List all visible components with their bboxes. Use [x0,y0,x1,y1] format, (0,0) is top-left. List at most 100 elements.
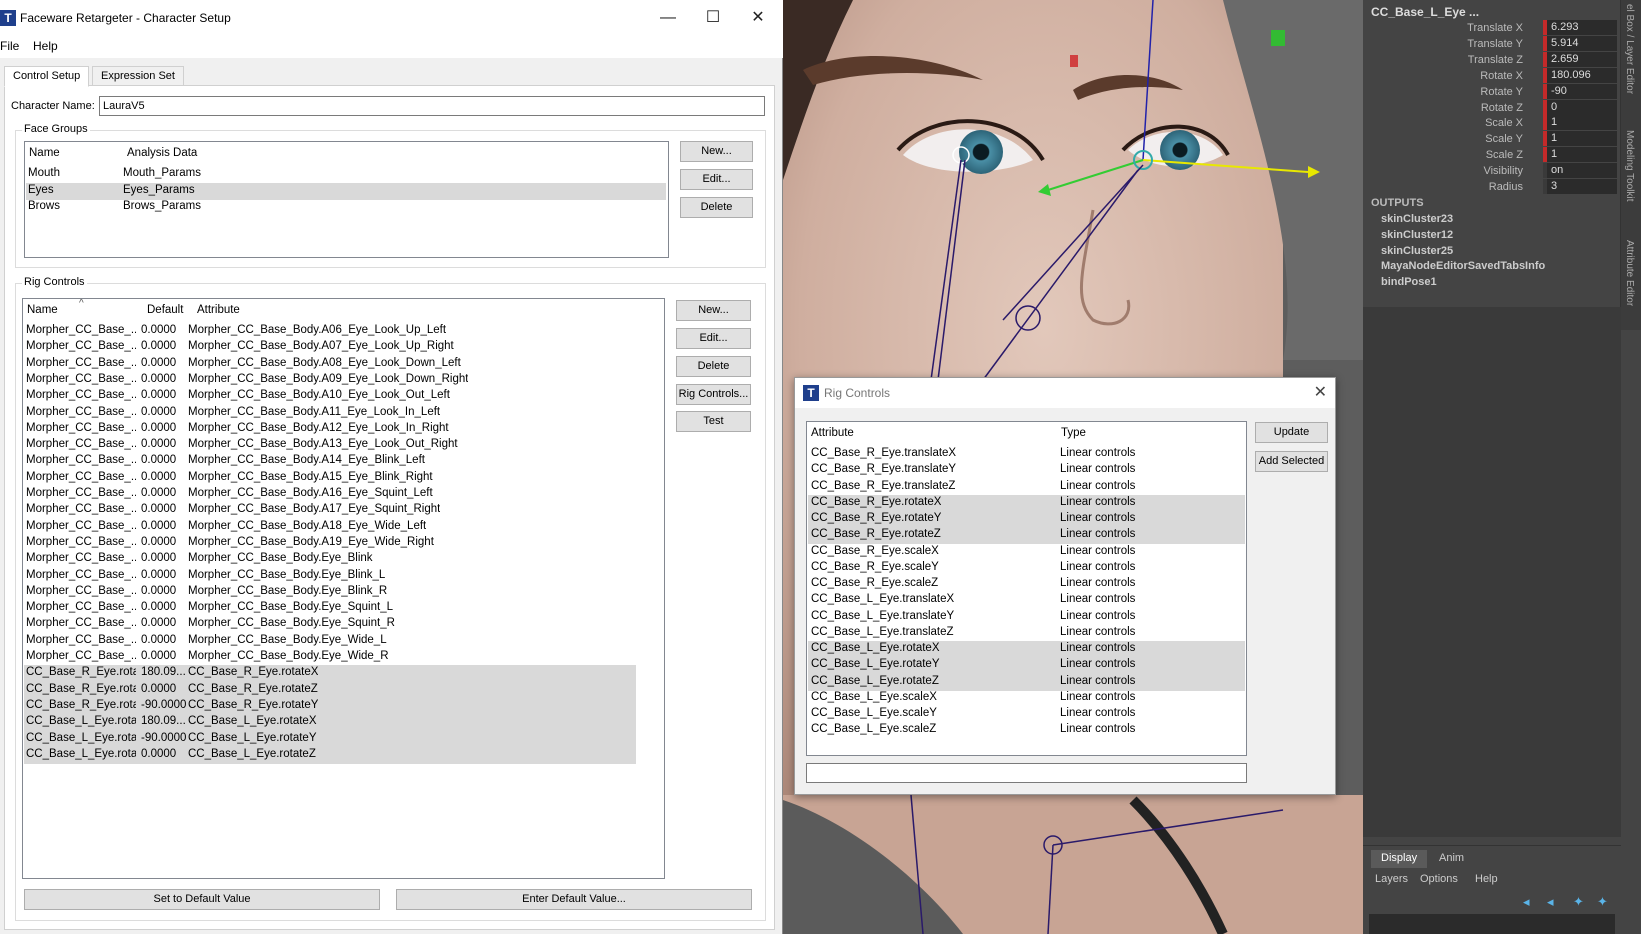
face-group-edit-button[interactable]: Edit... [680,169,753,190]
maximize-button[interactable]: ☐ [703,8,723,28]
channel-value-field[interactable]: 180.096 [1543,67,1617,83]
table-row[interactable]: CC_Base_L_Eye.rotateY Linear controls [808,657,1245,675]
table-row[interactable]: CC_Base_R_Eye.scaleZ Linear controls [808,576,1245,593]
layer-tab-anim[interactable]: Anim [1429,850,1474,868]
channel-value-field[interactable]: -90 [1543,83,1617,99]
column-header-default[interactable]: Default [143,299,187,321]
table-row[interactable]: Morpher_CC_Base_... 0.0000 Morpher_CC_Base… [24,356,636,373]
table-row[interactable]: Morpher_CC_Base_... 0.0000 Morpher_CC_Base… [24,633,636,650]
table-row[interactable]: Morpher_CC_Base_... 0.0000 Morpher_CC_Base… [24,372,636,389]
channel-value-field[interactable]: 3 [1543,179,1617,194]
column-header-type[interactable]: Type [1057,422,1090,444]
table-row[interactable]: CC_Base_L_Eye.rota... 0.0000 CC_Base_L_Eye… [24,746,636,764]
table-row[interactable]: CC_Base_R_Eye.scaleY Linear controls [808,560,1245,577]
rig-attribute-list[interactable]: Attribute Type CC_Base_R_Eye.translateX L… [806,421,1247,756]
set-to-default-value-button[interactable]: Set to Default Value [24,889,380,910]
add-selected-button[interactable]: Add Selected [1255,451,1328,472]
channel-row[interactable]: Translate Z 2.659 [1363,51,1621,68]
table-row[interactable]: CC_Base_R_Eye.scaleX Linear controls [808,544,1245,561]
test-button[interactable]: Test [676,411,751,432]
window-titlebar[interactable]: T Faceware Retargeter - Character Setup … [0,0,783,36]
menu-help[interactable]: Help [33,39,58,53]
table-row[interactable]: Morpher_CC_Base_... 0.0000 Morpher_CC_Base… [24,388,636,405]
table-row[interactable]: CC_Base_L_Eye.rotateZ Linear controls [808,673,1245,691]
table-row[interactable]: CC_Base_L_Eye.rota... -90.0000 CC_Base_L_E… [24,730,636,748]
layer-tab-display[interactable]: Display [1371,850,1428,868]
minimize-button[interactable]: — [658,8,678,28]
rig-controls-button[interactable]: Rig Controls... [676,384,751,405]
tab-expression-set[interactable]: Expression Set [92,66,184,86]
new-layer-from-selection-icon[interactable]: ◂ [1547,894,1565,909]
column-header-attribute[interactable]: Attribute [193,299,244,321]
output-node[interactable]: skinCluster23 [1381,213,1453,225]
table-row[interactable]: Morpher_CC_Base_... 0.0000 Morpher_CC_Base… [24,502,636,519]
output-node[interactable]: MayaNodeEditorSavedTabsInfo [1381,260,1545,272]
attribute-filter-field[interactable] [806,763,1247,783]
table-row[interactable]: CC_Base_R_Eye.translateZ Linear controls [808,479,1245,496]
table-row[interactable]: CC_Base_R_Eye.rota... 180.09...CC_Base_R_… [24,665,636,683]
dialog-close-button[interactable]: ✕ [1314,382,1327,402]
table-row[interactable]: CC_Base_R_Eye.rota... 0.0000 CC_Base_R_Eye… [24,681,636,699]
rig-controls-list[interactable]: Name ^ Default Attribute Morpher_CC_Base… [22,298,665,879]
output-node[interactable]: bindPose1 [1381,276,1437,288]
table-row[interactable]: CC_Base_L_Eye.translateZ Linear controls [808,625,1245,642]
channel-row[interactable]: Translate Y 5.914 [1363,35,1621,52]
layer-menu-help[interactable]: Help [1475,873,1498,885]
table-row[interactable]: Morpher_CC_Base_... 0.0000 Morpher_CC_Base… [24,616,636,633]
table-row[interactable]: CC_Base_L_Eye.rotateX Linear controls [808,641,1245,658]
channel-value-field[interactable]: on [1543,163,1617,179]
table-row[interactable]: CC_Base_L_Eye.scaleY Linear controls [808,706,1245,723]
tab-control-setup[interactable]: Control Setup [4,66,90,87]
channel-row[interactable]: Scale X 1 [1363,115,1621,131]
channel-row[interactable]: Rotate Y -90 [1363,83,1621,100]
table-row[interactable]: CC_Base_R_Eye.translateY Linear controls [808,462,1245,479]
table-row[interactable]: Morpher_CC_Base_... 0.0000 Morpher_CC_Base… [24,405,636,422]
channel-row[interactable]: Radius 3 [1363,179,1621,195]
channel-value-field[interactable]: 2.659 [1543,51,1617,67]
face-group-delete-button[interactable]: Delete [680,197,753,218]
channel-row[interactable]: Translate X 6.293 [1363,20,1621,36]
channel-row[interactable]: Visibility on [1363,163,1621,179]
table-row[interactable]: Brows Brows_Params [26,199,666,216]
channel-value-field[interactable]: 1 [1543,115,1617,131]
rig-control-new-button[interactable]: New... [676,300,751,321]
table-row[interactable]: Morpher_CC_Base_... 0.0000 Morpher_CC_Base… [24,339,636,356]
table-row[interactable]: CC_Base_L_Eye.translateX Linear controls [808,592,1245,609]
table-row[interactable]: Morpher_CC_Base_... 0.0000 Morpher_CC_Base… [24,421,636,438]
table-row[interactable]: Mouth Mouth_Params [26,166,666,183]
table-row[interactable]: Morpher_CC_Base_... 0.0000 Morpher_CC_Base… [24,600,636,617]
table-row[interactable]: CC_Base_R_Eye.rotateZ Linear controls [808,527,1245,545]
table-row[interactable]: Morpher_CC_Base_... 0.0000 Morpher_CC_Base… [24,551,636,568]
table-row[interactable]: Morpher_CC_Base_... 0.0000 Morpher_CC_Base… [24,323,636,340]
move-down-icon[interactable]: ✦ [1597,894,1615,909]
table-row[interactable]: Morpher_CC_Base_... 0.0000 Morpher_CC_Base… [24,649,636,666]
table-row[interactable]: Morpher_CC_Base_... 0.0000 Morpher_CC_Base… [24,486,636,503]
table-row[interactable]: CC_Base_R_Eye.rotateX Linear controls [808,494,1245,512]
face-groups-list[interactable]: Name Analysis Data Mouth Mouth_Params Eyes… [24,141,669,258]
column-header-analysis-data[interactable]: Analysis Data [123,142,201,164]
table-row[interactable]: Morpher_CC_Base_... 0.0000 Morpher_CC_Base… [24,584,636,601]
channel-row[interactable]: Rotate X 180.096 [1363,67,1621,84]
table-row[interactable]: CC_Base_L_Eye.scaleX Linear controls [808,690,1245,707]
enter-default-value-button[interactable]: Enter Default Value... [396,889,752,910]
layer-list[interactable] [1369,914,1615,934]
close-button[interactable]: ✕ [748,8,768,28]
table-row[interactable]: CC_Base_L_Eye.rota... 180.09... CC_Base_L_… [24,714,636,732]
layer-menu-layers[interactable]: Layers [1375,873,1408,885]
table-row[interactable]: Morpher_CC_Base_... 0.0000 Morpher_CC_Base… [24,470,636,487]
channel-value-field[interactable]: 5.914 [1543,35,1617,51]
output-node[interactable]: skinCluster12 [1381,229,1453,241]
move-up-icon[interactable]: ✦ [1573,894,1591,909]
column-header-name[interactable]: Name [25,142,64,164]
output-node[interactable]: skinCluster25 [1381,245,1453,257]
layer-menu-options[interactable]: Options [1420,873,1458,885]
side-tab-attribute-editor[interactable]: Attribute Editor [1624,240,1635,306]
rig-control-edit-button[interactable]: Edit... [676,328,751,349]
channel-value-field[interactable]: 1 [1543,147,1617,163]
channel-row[interactable]: Scale Z 1 [1363,147,1621,163]
update-button[interactable]: Update [1255,422,1328,443]
channel-value-field[interactable]: 0 [1543,99,1617,115]
table-row[interactable]: Eyes Eyes_Params [26,182,666,200]
table-row[interactable]: Morpher_CC_Base_... 0.0000 Morpher_CC_Base… [24,568,636,585]
table-row[interactable]: Morpher_CC_Base_... 0.0000 Morpher_CC_Base… [24,519,636,536]
